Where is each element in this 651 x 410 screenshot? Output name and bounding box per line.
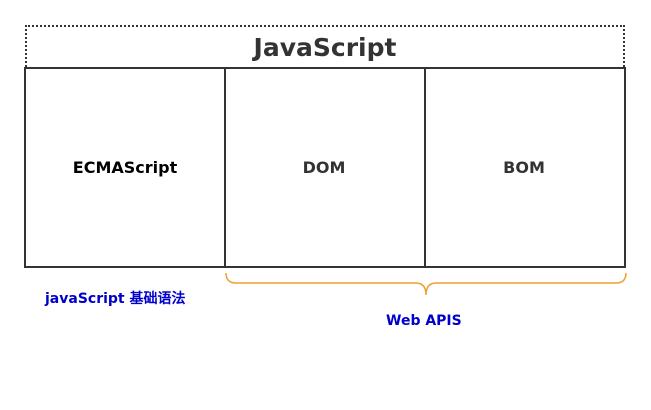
basic-syntax-label: javaScript 基础语法 bbox=[45, 291, 186, 307]
bom-label: BOM bbox=[503, 158, 545, 177]
ecmascript-label: ECMAScript bbox=[72, 158, 178, 177]
diagram-title: JavaScript bbox=[253, 33, 397, 62]
web-apis-brace bbox=[225, 272, 627, 296]
ecmascript-block: ECMAScript bbox=[24, 67, 226, 268]
bom-block: BOM bbox=[424, 67, 626, 268]
javascript-title-box: JavaScript bbox=[25, 25, 625, 67]
dom-label: DOM bbox=[302, 158, 346, 177]
web-apis-label: Web APIS bbox=[386, 313, 462, 329]
dom-block: DOM bbox=[224, 67, 426, 268]
